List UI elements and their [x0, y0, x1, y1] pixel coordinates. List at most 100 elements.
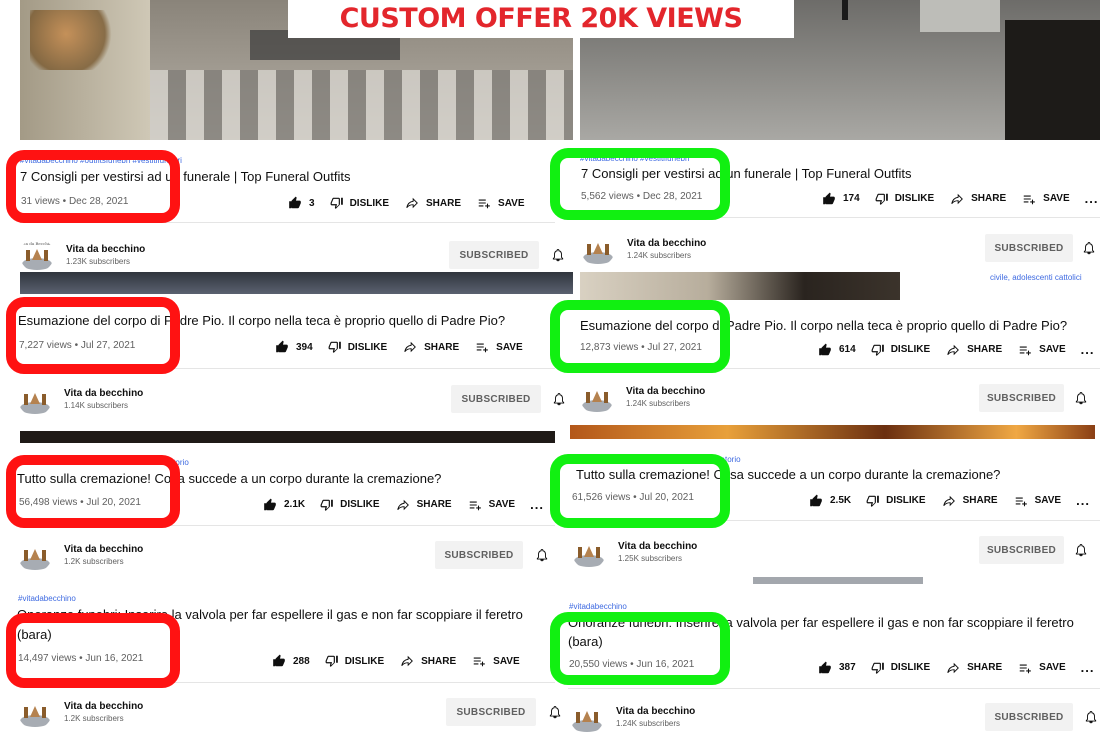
- description-snippet: civile, adolescenti cattolici: [986, 270, 1092, 285]
- highlight-ring-before-2: [6, 297, 180, 374]
- subscriber-count: 1.14K subscribers: [64, 401, 129, 410]
- share-button[interactable]: SHARE: [399, 654, 456, 668]
- save-button[interactable]: SAVE: [471, 654, 520, 668]
- like-button[interactable]: 3: [287, 196, 315, 210]
- video-actions: 2.5K DISLIKE SHARE SAVE ...: [808, 493, 1090, 508]
- subscriber-count: 1.24K subscribers: [627, 251, 692, 260]
- bell-icon[interactable]: [548, 704, 562, 720]
- more-icon[interactable]: ...: [1081, 660, 1095, 675]
- like-button[interactable]: 288: [271, 654, 310, 668]
- channel-name[interactable]: Vita da becchino: [64, 544, 143, 555]
- like-button[interactable]: 394: [274, 340, 313, 354]
- thumb-up-icon: [276, 340, 288, 353]
- share-button[interactable]: SHARE: [941, 494, 998, 508]
- dislike-button[interactable]: DISLIKE: [871, 661, 930, 675]
- dislike-button[interactable]: DISLIKE: [325, 654, 384, 668]
- channel-name[interactable]: Vita da becchino: [618, 541, 697, 552]
- subscribed-button[interactable]: SUBSCRIBED: [985, 234, 1073, 262]
- save-button[interactable]: SAVE: [1013, 494, 1061, 508]
- highlight-ring-after-3: [550, 454, 730, 528]
- dislike-button[interactable]: DISLIKE: [320, 498, 380, 512]
- channel-name[interactable]: Vita da becchino: [66, 244, 145, 255]
- channel-avatar[interactable]: [581, 232, 615, 266]
- thumb-up-icon: [823, 192, 835, 204]
- save-button[interactable]: SAVE: [467, 498, 515, 512]
- subscribed-button[interactable]: SUBSCRIBED: [979, 384, 1064, 412]
- dislike-button[interactable]: DISLIKE: [871, 343, 930, 357]
- subscribed-button[interactable]: SUBSCRIBED: [435, 541, 523, 569]
- thumb-up-icon: [819, 343, 831, 355]
- save-button[interactable]: SAVE: [476, 196, 525, 210]
- subscribed-button[interactable]: SUBSCRIBED: [451, 385, 541, 413]
- more-icon[interactable]: ...: [530, 497, 544, 512]
- more-icon[interactable]: ...: [1085, 191, 1099, 206]
- subscriber-count: 1.2K subscribers: [64, 714, 124, 723]
- channel-avatar[interactable]: [18, 538, 52, 572]
- channel-avatar[interactable]: [572, 535, 606, 569]
- like-button[interactable]: 2.1K: [262, 498, 305, 512]
- video-thumbnail-strip-after-4: [753, 577, 923, 584]
- like-button[interactable]: 614: [817, 343, 856, 357]
- thumb-down-icon: [866, 495, 879, 507]
- video-hashtags[interactable]: #vitadabecchino: [569, 602, 627, 611]
- subscribed-button[interactable]: SUBSCRIBED: [985, 703, 1073, 731]
- dislike-button[interactable]: DISLIKE: [875, 192, 934, 206]
- video-actions: 614 DISLIKE SHARE SAVE ...: [817, 342, 1095, 357]
- channel-name[interactable]: Vita da becchino: [627, 238, 706, 249]
- channel-avatar[interactable]: [570, 700, 604, 734]
- share-button[interactable]: SHARE: [404, 196, 461, 210]
- share-button[interactable]: SHARE: [402, 340, 459, 354]
- like-button[interactable]: 387: [817, 661, 856, 675]
- playlist-add-icon: [1023, 195, 1035, 204]
- thumb-up-icon: [810, 494, 822, 506]
- bell-icon[interactable]: [1074, 542, 1088, 558]
- save-button[interactable]: SAVE: [1021, 192, 1070, 206]
- playlist-add-icon: [478, 199, 490, 209]
- channel-avatar[interactable]: [580, 380, 614, 414]
- share-button[interactable]: SHARE: [949, 192, 1006, 206]
- channel-avatar[interactable]: [18, 382, 52, 416]
- channel-name[interactable]: Vita da becchino: [64, 701, 143, 712]
- channel-name[interactable]: Vita da becchino: [616, 706, 695, 717]
- share-icon: [947, 662, 960, 673]
- channel-row: Vita da Becchino Vita da becchino 1.23K s…: [20, 238, 145, 272]
- channel-name[interactable]: Vita da becchino: [64, 388, 143, 399]
- playlist-add-icon: [1015, 497, 1027, 506]
- channel-avatar[interactable]: [18, 695, 52, 729]
- more-icon[interactable]: ...: [1076, 493, 1090, 508]
- thumb-down-icon: [871, 662, 884, 674]
- channel-row: Vita da becchino 1.25K subscribers: [572, 535, 697, 569]
- dislike-button[interactable]: DISLIKE: [330, 196, 389, 210]
- save-button[interactable]: SAVE: [1017, 661, 1066, 675]
- subscribed-button[interactable]: SUBSCRIBED: [446, 698, 536, 726]
- channel-row: Vita da becchino 1.14K subscribers: [18, 382, 143, 416]
- channel-row: Vita da becchino 1.24K subscribers: [581, 232, 706, 266]
- bell-icon[interactable]: [1084, 709, 1098, 725]
- bell-icon[interactable]: [1082, 240, 1096, 256]
- subscriber-count: 1.24K subscribers: [616, 719, 681, 728]
- more-icon[interactable]: ...: [1081, 342, 1095, 357]
- dislike-button[interactable]: DISLIKE: [866, 494, 926, 508]
- subscribed-button[interactable]: SUBSCRIBED: [979, 536, 1064, 564]
- like-button[interactable]: 174: [821, 192, 860, 206]
- like-button[interactable]: 2.5K: [808, 494, 851, 508]
- dislike-button[interactable]: DISLIKE: [328, 340, 387, 354]
- share-button[interactable]: SHARE: [945, 343, 1002, 357]
- save-button[interactable]: SAVE: [1017, 343, 1066, 357]
- channel-name[interactable]: Vita da becchino: [626, 386, 705, 397]
- thumb-up-icon: [273, 654, 285, 667]
- save-button[interactable]: SAVE: [474, 340, 523, 354]
- video-thumbnail-strip-before-2: [20, 272, 573, 294]
- bell-icon[interactable]: [1074, 390, 1088, 406]
- video-hashtags[interactable]: #vitadabecchino: [18, 594, 76, 603]
- bell-icon[interactable]: [535, 547, 549, 563]
- share-button[interactable]: SHARE: [945, 661, 1002, 675]
- share-button[interactable]: SHARE: [395, 498, 452, 512]
- subscriber-count: 1.24K subscribers: [626, 399, 691, 408]
- subscribed-button[interactable]: SUBSCRIBED: [449, 241, 539, 269]
- bell-icon[interactable]: [551, 247, 565, 263]
- bell-icon[interactable]: [552, 391, 566, 407]
- subscriber-count: 1.25K subscribers: [618, 554, 683, 563]
- channel-avatar[interactable]: Vita da Becchino: [20, 238, 54, 272]
- playlist-add-icon: [473, 657, 485, 667]
